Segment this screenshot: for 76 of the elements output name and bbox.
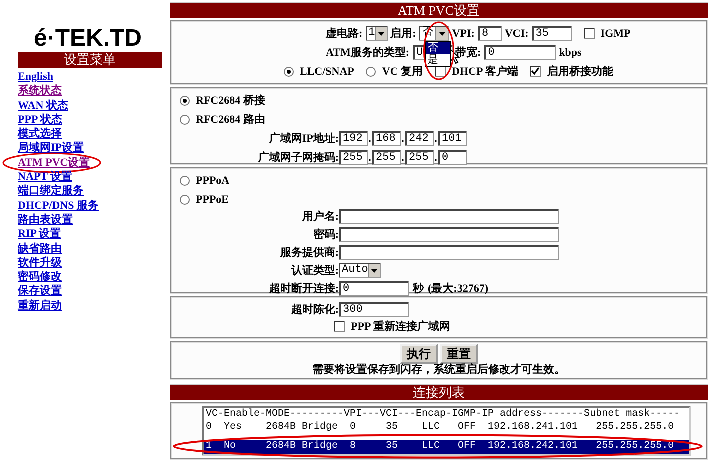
list-header: VC-Enable-MODE---------VPI---VCI---Encap-IGMP-IP address-------Subnet mask----- [205, 408, 682, 421]
list-row[interactable]: 0 Yes 2684B Bridge 0 35 LLC OFF 192.168.241.101 255.255.255.0 [204, 421, 689, 434]
radio-label: VC 复用 [382, 65, 424, 79]
radio-label: LLC/SNAP [300, 66, 354, 78]
section-title: ATM PVC设置 [170, 2, 708, 18]
menu-link[interactable]: RIP 设置 [18, 228, 62, 240]
field-label: VPI: [452, 28, 475, 40]
menu-link[interactable]: 重新启动 [18, 300, 62, 312]
field-label: VCI: [504, 28, 529, 40]
field-label: 虚电路: [326, 26, 363, 41]
form-button[interactable]: 重置 [440, 344, 478, 364]
ip-octet-field[interactable]: 255 [405, 150, 434, 165]
checkbox-label: 启用桥接功能 [547, 64, 614, 79]
ip-separator: . [368, 152, 372, 164]
radio-label: PPPoA [196, 174, 230, 186]
menu-link[interactable]: WAN 状态 [18, 100, 68, 112]
ip-octet-field[interactable]: 101 [438, 131, 467, 146]
vpi-field[interactable]: 8 [478, 26, 502, 41]
ip-separator: . [401, 132, 405, 144]
ip-separator: . [434, 152, 438, 164]
vci-field[interactable]: 35 [532, 26, 572, 41]
ip-octet-field[interactable]: 168 [372, 131, 401, 146]
ip-octet-field[interactable]: 192 [339, 131, 368, 146]
radio-label: RFC2684 桥接 [196, 94, 266, 108]
ip-octet-field[interactable]: 0 [438, 150, 467, 165]
checkbox-label: IGMP [600, 28, 631, 40]
field-label: 广域网子网掩码: [257, 150, 339, 165]
field-label: 超时陈化: [290, 302, 339, 317]
field-label: 认证类型: [290, 264, 339, 278]
field-label: 超时断开连接: [268, 282, 339, 296]
brand-logo: é·TEK.TD [34, 26, 143, 52]
notice-text: 需要将设置保存到闪存，系统重启后修改才可生效。 [312, 364, 566, 377]
menu-link[interactable]: 端口绑定服务 [18, 185, 84, 198]
menu-link[interactable]: DHCP/DNS 服务 [18, 200, 99, 212]
menu-link[interactable]: 软件升级 [18, 256, 62, 269]
field-label: 用户名: [301, 210, 339, 224]
menu-link[interactable]: 系统状态 [18, 85, 62, 98]
dropdown[interactable]: 1 [366, 26, 388, 41]
menu-link[interactable]: English [18, 71, 54, 83]
field-label: 服务提供商: [279, 246, 339, 260]
checkbox-label: PPP 重新连接广域网 [351, 320, 450, 334]
menu-link[interactable]: 局域网IP设置 [18, 142, 84, 154]
unit-label: kbps [559, 46, 582, 58]
ip-octet-field[interactable]: 255 [372, 150, 401, 165]
menu-link[interactable]: PPP 状态 [18, 114, 62, 126]
menu-link[interactable]: NAPT 设置 [18, 171, 72, 184]
field-label: 密码: [312, 228, 339, 242]
menu-link[interactable]: 缺省路由 [18, 242, 62, 255]
idle-timeout-field[interactable]: 300 [339, 302, 409, 317]
checkbox-label: DHCP 客户端 [452, 64, 518, 79]
ip-separator: . [368, 132, 372, 144]
menu-link[interactable]: 密码修改 [18, 271, 62, 284]
radio-label: PPPoE [196, 194, 229, 206]
field-label: 带宽: [456, 46, 482, 60]
menu-link[interactable]: 模式选择 [18, 128, 62, 140]
ip-octet-field[interactable]: 255 [339, 150, 368, 165]
list-row[interactable]: 1 No 2684B Bridge 8 35 LLC OFF 192.168.242.101 255.255.255.0 [204, 440, 689, 454]
timeout-field[interactable]: 0 [339, 281, 409, 296]
field-label: ATM服务的类型: [326, 46, 410, 60]
menu-title: 设置菜单 [18, 52, 162, 68]
dropdown-option[interactable]: 是 [426, 54, 450, 66]
field-label: 启用: [390, 26, 416, 41]
ip-separator: . [434, 132, 438, 144]
field-label: 广域网IP地址: [268, 132, 339, 146]
hint-text: (最大:32767) [428, 282, 488, 296]
ip-octet-field[interactable]: 242 [405, 131, 434, 146]
bandwidth-field[interactable]: 0 [484, 45, 556, 60]
dropdown[interactable]: Auto [339, 263, 381, 278]
unit-label: 秒 [413, 282, 424, 296]
section-title: 连接列表 [170, 384, 708, 400]
dropdown-option[interactable]: 否 [426, 42, 450, 54]
form-button[interactable]: 执行 [400, 344, 438, 364]
radio-label: RFC2684 路由 [196, 112, 266, 127]
ip-separator: . [401, 152, 405, 164]
menu-link[interactable]: 保存设置 [18, 285, 62, 298]
menu-link[interactable]: 路由表设置 [18, 214, 73, 226]
